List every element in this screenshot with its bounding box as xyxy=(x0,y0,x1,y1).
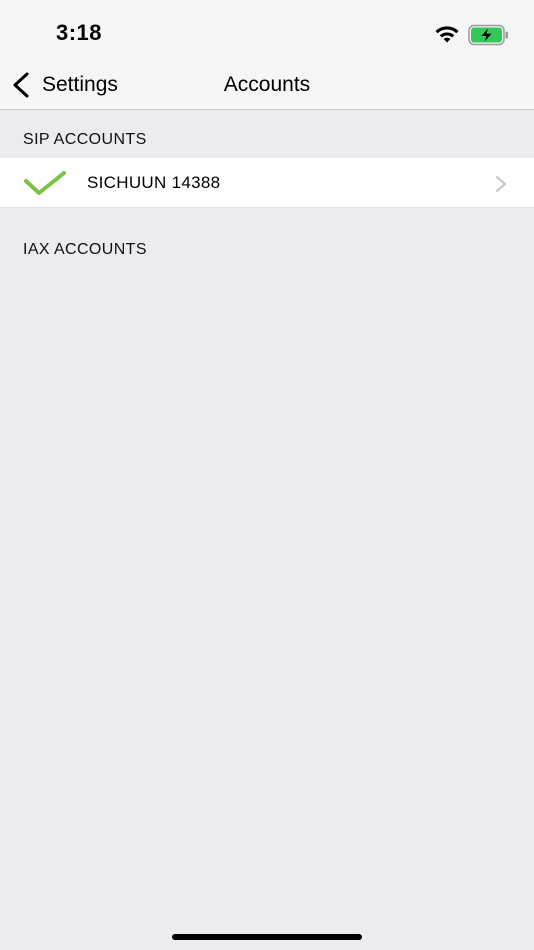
account-row-sichuun-14388[interactable]: SICHUUN 14388 xyxy=(0,158,534,208)
status-bar: 3:18 xyxy=(0,0,534,60)
chevron-left-icon xyxy=(13,72,29,98)
back-button-label: Settings xyxy=(42,73,118,96)
check-icon xyxy=(24,171,66,195)
home-indicator[interactable] xyxy=(172,934,362,940)
battery-charging-icon xyxy=(468,24,508,46)
sip-accounts-header: SIP ACCOUNTS xyxy=(23,131,147,148)
status-time: 3:18 xyxy=(56,20,103,45)
navigation-bar: Accounts Settings xyxy=(0,60,534,110)
iax-accounts-header: IAX ACCOUNTS xyxy=(23,241,147,258)
account-name: SICHUUN 14388 xyxy=(87,173,221,192)
back-button[interactable]: Settings xyxy=(10,60,118,110)
chevron-right-icon xyxy=(496,176,506,192)
wifi-icon xyxy=(435,26,459,43)
